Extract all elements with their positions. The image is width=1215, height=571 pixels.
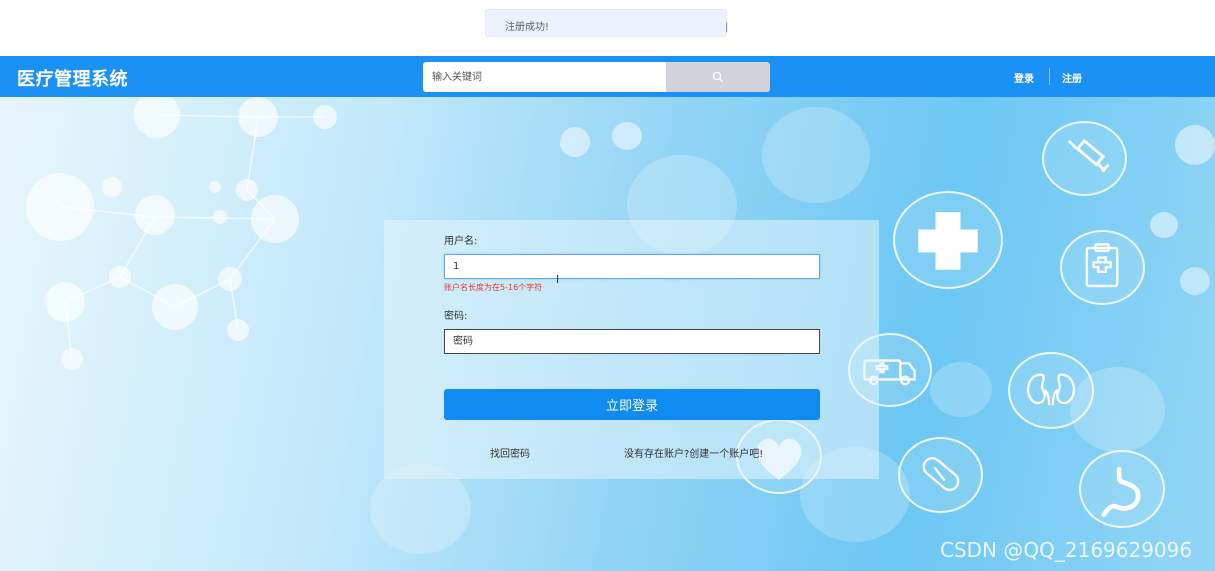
login-submit-button[interactable]: 立即登录 bbox=[444, 389, 820, 420]
app-title: 医疗管理系统 bbox=[17, 69, 128, 90]
username-input[interactable] bbox=[444, 254, 820, 279]
search-button[interactable] bbox=[666, 62, 770, 92]
clipboard-icon bbox=[1060, 230, 1145, 305]
success-toast: 注册成功! bbox=[485, 9, 727, 37]
forgot-password-link[interactable]: 找回密码 bbox=[490, 445, 530, 460]
top-navbar: 医疗管理系统 登录 注册 bbox=[0, 56, 1215, 97]
pill-icon bbox=[898, 437, 983, 513]
kidneys-icon bbox=[1008, 352, 1094, 429]
text-cursor-artifact: | bbox=[725, 22, 729, 33]
mouse-ibeam-cursor: I bbox=[556, 273, 560, 286]
password-input[interactable] bbox=[444, 329, 820, 354]
username-error-message: 账户名长度为在5-16个字符 bbox=[444, 283, 543, 292]
page: 注册成功! | 医疗管理系统 登录 注册 用户名: 账户名长度为在5-16个字符… bbox=[0, 0, 1215, 571]
syringe-icon bbox=[1042, 121, 1127, 196]
create-account-link[interactable]: 没有存在账户?创建一个账户吧! bbox=[624, 445, 763, 460]
nav-divider bbox=[1049, 68, 1050, 85]
search-input[interactable] bbox=[423, 62, 666, 92]
watermark: CSDN @QQ_2169629096 bbox=[940, 538, 1193, 562]
login-panel: 用户名: 账户名长度为在5-16个字符 密码: 立即登录 找回密码 没有存在账户… bbox=[384, 220, 879, 479]
search-icon bbox=[712, 71, 723, 82]
medical-cross-icon bbox=[893, 191, 1003, 289]
nav-register-link[interactable]: 注册 bbox=[1062, 70, 1082, 85]
nav-login-link[interactable]: 登录 bbox=[1014, 70, 1034, 85]
molecule-decoration bbox=[26, 97, 337, 370]
search-bar bbox=[423, 62, 770, 92]
username-label: 用户名: bbox=[444, 236, 478, 247]
stomach-icon bbox=[1079, 450, 1165, 528]
toast-message: 注册成功! bbox=[505, 22, 550, 33]
password-label: 密码: bbox=[444, 311, 468, 322]
